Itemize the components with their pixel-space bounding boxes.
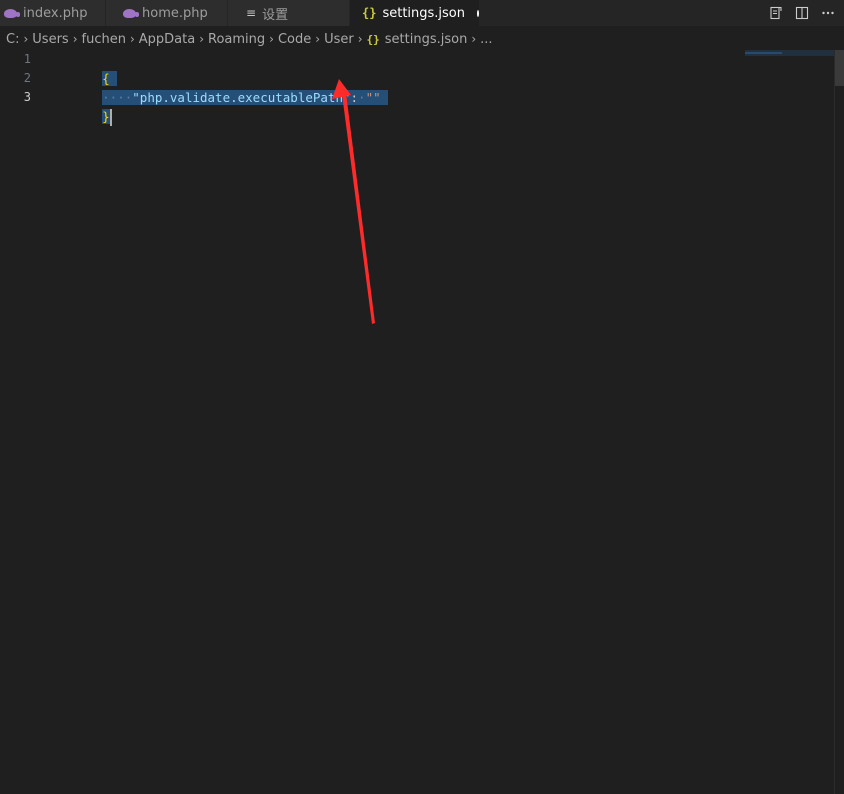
- line-number: 1: [23, 52, 31, 66]
- tab-label: home.php: [142, 5, 208, 21]
- unsaved-changes-dot[interactable]: [477, 9, 479, 17]
- code-line-3[interactable]: }: [57, 88, 112, 126]
- tab-label: settings.json: [382, 5, 466, 21]
- php-elephant-icon: [123, 8, 139, 18]
- chevron-right-icon: ›: [72, 32, 78, 46]
- tab-index-php[interactable]: index.php: [0, 0, 106, 26]
- breadcrumb-item[interactable]: Users: [32, 32, 68, 47]
- chevron-right-icon: ›: [471, 32, 477, 46]
- chevron-right-icon: ›: [199, 32, 205, 46]
- breadcrumb-item[interactable]: Roaming: [208, 32, 265, 47]
- line-number: 3: [23, 90, 31, 104]
- json-key: "php.validate.executablePath": [132, 90, 351, 105]
- text-cursor: [109, 109, 112, 126]
- chevron-right-icon: ›: [315, 32, 321, 46]
- code-line-1[interactable]: {: [57, 50, 118, 86]
- json-colon: :: [350, 90, 359, 105]
- vertical-scrollbar[interactable]: [834, 50, 844, 794]
- breadcrumb-more[interactable]: ...: [480, 32, 492, 47]
- code-line-2[interactable]: ····"php.validate.executablePath":·"": [57, 69, 389, 105]
- breadcrumb-item[interactable]: C:: [6, 32, 19, 47]
- editor-actions: [768, 0, 836, 26]
- breadcrumb-item[interactable]: Code: [278, 32, 311, 47]
- vscode-window: index.php home.php ≡ 设置 {} settings.json: [0, 0, 844, 794]
- json-braces-icon: {}: [362, 6, 377, 20]
- php-elephant-icon: [4, 8, 20, 18]
- minimap[interactable]: [745, 52, 782, 54]
- more-actions-icon[interactable]: [820, 5, 836, 21]
- chevron-right-icon: ›: [269, 32, 274, 46]
- chevron-right-icon: ›: [23, 32, 29, 46]
- scrollbar-thumb[interactable]: [835, 50, 844, 86]
- chevron-right-icon: ›: [357, 32, 363, 46]
- tab-settings-ui[interactable]: ≡ 设置: [228, 0, 350, 26]
- open-changes-icon[interactable]: [768, 5, 784, 21]
- close-brace: }: [102, 109, 110, 124]
- chevron-right-icon: ›: [129, 32, 135, 46]
- breadcrumb-item[interactable]: fuchen: [82, 32, 126, 47]
- breadcrumb-file[interactable]: settings.json: [385, 32, 468, 47]
- tab-home-php[interactable]: home.php: [106, 0, 228, 26]
- breadcrumb-item[interactable]: User: [324, 32, 354, 47]
- settings-lines-icon: ≡: [246, 6, 257, 20]
- editor-tab-bar: index.php home.php ≡ 设置 {} settings.json: [0, 0, 844, 26]
- breadcrumb-item[interactable]: AppData: [139, 32, 195, 47]
- line-number: 2: [23, 71, 31, 85]
- json-string-value: "": [365, 90, 381, 105]
- tab-settings-json[interactable]: {} settings.json: [350, 0, 480, 26]
- code-editor[interactable]: 1 2 3 { ····"php.validate.executablePath…: [0, 50, 844, 794]
- breadcrumb: C: › Users › fuchen › AppData › Roaming …: [0, 28, 740, 50]
- tab-label: index.php: [23, 5, 88, 21]
- split-editor-icon[interactable]: [794, 5, 810, 21]
- tab-label: 设置: [262, 7, 289, 23]
- json-braces-icon: {}: [366, 32, 380, 46]
